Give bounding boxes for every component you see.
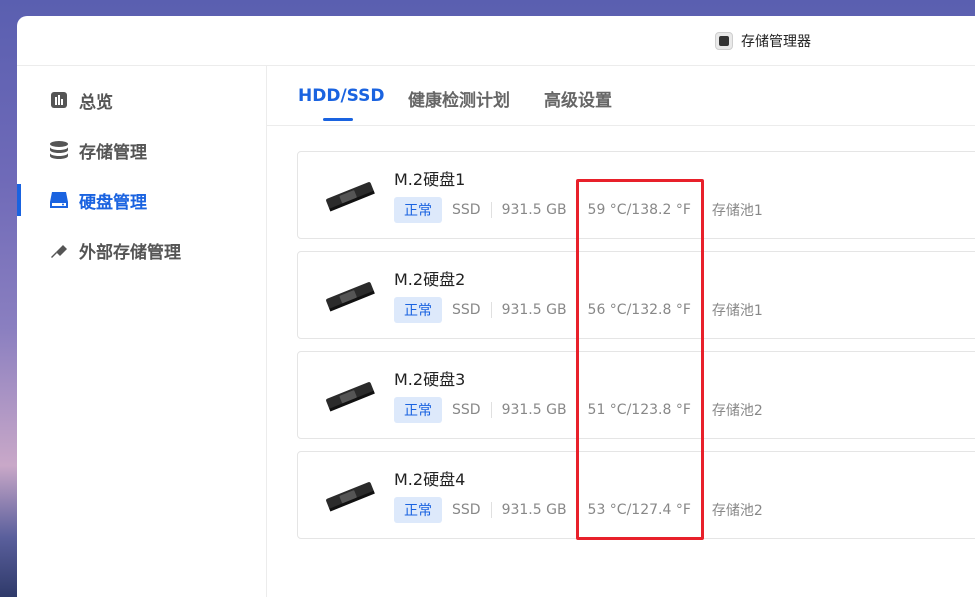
- disk-temperature: 51 °C/123.8 °F: [578, 402, 702, 418]
- disk-pool: 存储池2: [711, 403, 763, 419]
- disk-card[interactable]: M.2硬盘1 正常 SSD 931.5 GB 59 °C/138.2 °F 存储…: [297, 151, 975, 239]
- sidebar-item-disk-management[interactable]: 硬盘管理: [17, 180, 267, 220]
- disk-name: M.2硬盘3: [394, 370, 466, 389]
- status-badge: 正常: [394, 197, 442, 223]
- usb-icon: [49, 240, 69, 260]
- drive-icon: [49, 190, 69, 210]
- app-title: 存储管理器: [715, 30, 811, 52]
- disk-type: SSD: [442, 402, 492, 418]
- ssd-icon: [326, 482, 375, 512]
- status-badge: 正常: [394, 497, 442, 523]
- tab-hdd-ssd[interactable]: HDD/SSD: [298, 86, 385, 106]
- status-badge: 正常: [394, 397, 442, 423]
- ssd-icon: [326, 282, 375, 312]
- sidebar-item-label: 硬盘管理: [79, 192, 147, 213]
- disk-size: 931.5 GB: [492, 202, 578, 218]
- sidebar: 总览 存储管理 硬盘管理 外部存储管理: [17, 66, 267, 597]
- storage-manager-window: 存储管理器 总览 存储管理 硬盘管理 外部存储管理 HDD/SSD 健康检测计划…: [17, 16, 975, 597]
- disk-pool: 存储池2: [711, 503, 763, 519]
- sidebar-item-label: 存储管理: [79, 142, 147, 163]
- active-tab-indicator: [323, 118, 353, 121]
- sidebar-item-label: 总览: [79, 92, 113, 113]
- disk-name: M.2硬盘1: [394, 170, 466, 189]
- disk-card[interactable]: M.2硬盘4 正常 SSD 931.5 GB 53 °C/127.4 °F 存储…: [297, 451, 975, 539]
- disk-size: 931.5 GB: [492, 502, 578, 518]
- disk-pool: 存储池1: [711, 203, 763, 219]
- disk-meta: 正常 SSD 931.5 GB 51 °C/123.8 °F 存储池2: [394, 397, 763, 423]
- disk-type: SSD: [442, 202, 492, 218]
- storage-manager-icon: [715, 32, 733, 50]
- tab-bar: HDD/SSD 健康检测计划 高级设置: [267, 66, 975, 126]
- ssd-icon: [326, 182, 375, 212]
- disk-pool: 存储池1: [711, 303, 763, 319]
- tab-health-check[interactable]: 健康检测计划: [408, 86, 510, 111]
- disk-name: M.2硬盘2: [394, 270, 466, 289]
- disk-temperature: 56 °C/132.8 °F: [578, 302, 702, 318]
- sidebar-item-label: 外部存储管理: [79, 242, 181, 263]
- status-badge: 正常: [394, 297, 442, 323]
- disk-name: M.2硬盘4: [394, 470, 466, 489]
- ssd-icon: [326, 382, 375, 412]
- sidebar-item-overview[interactable]: 总览: [17, 80, 267, 120]
- database-icon: [49, 140, 69, 160]
- sidebar-item-storage[interactable]: 存储管理: [17, 130, 267, 170]
- disk-size: 931.5 GB: [492, 402, 578, 418]
- disk-temperature: 53 °C/127.4 °F: [578, 502, 702, 518]
- app-title-text: 存储管理器: [741, 34, 811, 50]
- disk-type: SSD: [442, 502, 492, 518]
- chart-icon: [49, 90, 69, 110]
- sidebar-item-external-storage[interactable]: 外部存储管理: [17, 230, 267, 270]
- disk-card[interactable]: M.2硬盘3 正常 SSD 931.5 GB 51 °C/123.8 °F 存储…: [297, 351, 975, 439]
- disk-temperature: 59 °C/138.2 °F: [578, 202, 702, 218]
- disk-meta: 正常 SSD 931.5 GB 53 °C/127.4 °F 存储池2: [394, 497, 763, 523]
- disk-meta: 正常 SSD 931.5 GB 59 °C/138.2 °F 存储池1: [394, 197, 763, 223]
- tab-advanced-settings[interactable]: 高级设置: [544, 86, 612, 111]
- disk-type: SSD: [442, 302, 492, 318]
- disk-card[interactable]: M.2硬盘2 正常 SSD 931.5 GB 56 °C/132.8 °F 存储…: [297, 251, 975, 339]
- disk-size: 931.5 GB: [492, 302, 578, 318]
- title-bar: 存储管理器: [17, 16, 975, 66]
- disk-meta: 正常 SSD 931.5 GB 56 °C/132.8 °F 存储池1: [394, 297, 763, 323]
